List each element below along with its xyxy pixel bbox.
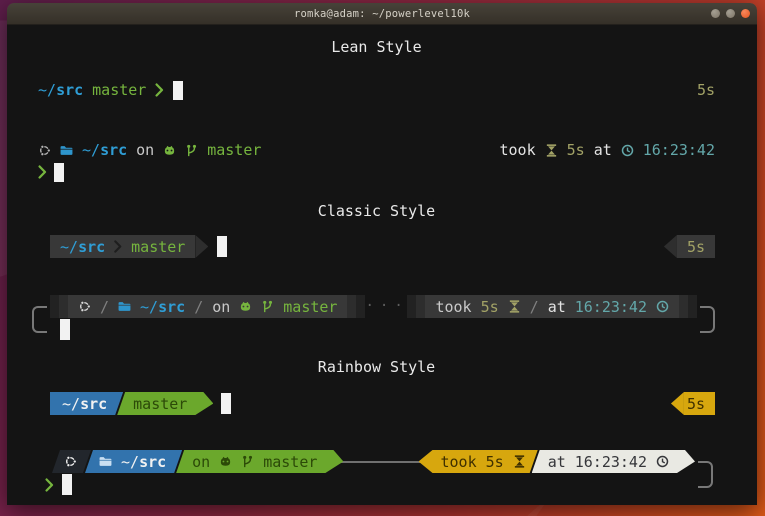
clock-icon bbox=[621, 144, 634, 157]
took-label: took bbox=[441, 453, 477, 471]
maximize-button[interactable] bbox=[726, 9, 735, 18]
minimize-button[interactable] bbox=[711, 9, 720, 18]
git-branch-name: master bbox=[207, 141, 261, 159]
clock-icon bbox=[656, 455, 669, 468]
terminal-cursor bbox=[217, 236, 227, 257]
segment-separator: / bbox=[530, 298, 539, 316]
prompt-chevron-icon bbox=[155, 83, 164, 97]
command-duration: 5s bbox=[687, 395, 705, 413]
hourglass-icon bbox=[545, 144, 558, 157]
ubuntu-logo-icon bbox=[78, 300, 91, 313]
window-titlebar[interactable]: romka@adam: ~/powerlevel10k bbox=[7, 3, 757, 25]
current-time: 16:23:42 bbox=[643, 141, 715, 159]
lean-prompt-short: ~/src master 5s bbox=[38, 79, 715, 101]
section-heading-rainbow: Rainbow Style bbox=[38, 357, 715, 377]
rainbow-input-line bbox=[45, 473, 695, 496]
hourglass-icon bbox=[513, 455, 526, 468]
current-directory: ~/src bbox=[38, 81, 83, 99]
github-octoface-icon bbox=[163, 144, 176, 157]
prompt-frame-right bbox=[698, 461, 713, 488]
terminal-window: romka@adam: ~/powerlevel10k Lean Style ~… bbox=[7, 3, 757, 505]
terminal-content[interactable]: Lean Style ~/src master 5s ~/src on mast… bbox=[7, 25, 757, 505]
powerline-arrow-icon bbox=[671, 392, 684, 415]
git-branch-name: master bbox=[131, 238, 185, 256]
powerline-arrow-icon bbox=[664, 235, 677, 258]
classic-prompt-short: ~/src master 5s bbox=[38, 235, 715, 258]
segment-separator: / bbox=[194, 298, 203, 316]
current-time: 16:23:42 bbox=[575, 298, 647, 316]
current-directory: ~/src bbox=[82, 141, 127, 159]
at-label: at bbox=[548, 298, 566, 316]
clock-icon bbox=[656, 300, 669, 313]
on-label: on bbox=[192, 453, 210, 471]
command-duration: 5s bbox=[567, 141, 585, 159]
ubuntu-logo-icon bbox=[64, 455, 77, 468]
classic-input-line bbox=[60, 318, 697, 341]
window-controls bbox=[711, 3, 750, 24]
terminal-cursor bbox=[173, 81, 183, 100]
git-branch-icon bbox=[261, 300, 274, 313]
command-duration: 5s bbox=[687, 238, 705, 256]
github-octoface-icon bbox=[219, 455, 232, 468]
current-directory: ~/src bbox=[140, 298, 185, 316]
git-branch-name: master bbox=[133, 395, 187, 413]
lean-input-line bbox=[38, 161, 715, 183]
git-branch-icon bbox=[185, 144, 198, 157]
rainbow-prompt-full: ~/src on master took 5s at 16:23:42 bbox=[52, 450, 695, 496]
command-duration: 5s bbox=[697, 81, 715, 99]
git-branch-name: master bbox=[92, 81, 146, 99]
current-directory: ~/src bbox=[62, 395, 107, 413]
classic-prompt-full: / ~/src / on master ···· took 5s / bbox=[50, 295, 697, 341]
close-button[interactable] bbox=[741, 9, 750, 18]
command-duration: 5s bbox=[486, 453, 504, 471]
folder-icon bbox=[60, 144, 73, 157]
at-label: at bbox=[548, 453, 566, 471]
section-heading-classic: Classic Style bbox=[38, 201, 715, 221]
folder-icon bbox=[99, 455, 112, 468]
current-time: 16:23:42 bbox=[575, 453, 647, 471]
git-branch-icon bbox=[241, 455, 254, 468]
current-directory: ~/src bbox=[60, 238, 105, 256]
rainbow-prompt-bar: ~/src on master took 5s at 16:23:42 bbox=[52, 450, 695, 473]
segment-separator: / bbox=[100, 298, 109, 316]
segment-separator-icon bbox=[114, 239, 122, 254]
current-directory: ~/src bbox=[121, 453, 166, 471]
on-label: on bbox=[136, 141, 154, 159]
lean-prompt-full: ~/src on master took 5s at 16:23:42 bbox=[38, 139, 715, 161]
terminal-cursor bbox=[62, 474, 72, 495]
github-octoface-icon bbox=[239, 300, 252, 313]
prompt-chevron-icon bbox=[45, 478, 54, 492]
ubuntu-logo-icon bbox=[38, 144, 51, 157]
window-title: romka@adam: ~/powerlevel10k bbox=[294, 8, 470, 20]
git-branch-name: master bbox=[263, 453, 317, 471]
hourglass-icon bbox=[508, 300, 521, 313]
on-label: on bbox=[212, 298, 230, 316]
section-heading-lean: Lean Style bbox=[38, 37, 715, 57]
prompt-frame-left bbox=[32, 306, 47, 333]
at-label: at bbox=[594, 141, 612, 159]
command-duration: 5s bbox=[481, 298, 499, 316]
terminal-cursor bbox=[60, 319, 70, 340]
rainbow-prompt-short: ~/src master 5s bbox=[38, 392, 715, 415]
terminal-cursor bbox=[221, 393, 231, 414]
took-label: took bbox=[435, 298, 471, 316]
prompt-chevron-icon bbox=[38, 165, 47, 179]
classic-prompt-bar: / ~/src / on master ···· took 5s / bbox=[50, 295, 697, 318]
powerline-arrow-icon bbox=[195, 235, 208, 258]
took-label: took bbox=[500, 141, 536, 159]
prompt-connector-line bbox=[340, 461, 421, 463]
prompt-frame-right bbox=[700, 306, 715, 333]
git-branch-name: master bbox=[283, 298, 337, 316]
folder-icon bbox=[118, 300, 131, 313]
prompt-gap-dots: ···· bbox=[365, 295, 407, 318]
terminal-cursor bbox=[54, 163, 64, 182]
